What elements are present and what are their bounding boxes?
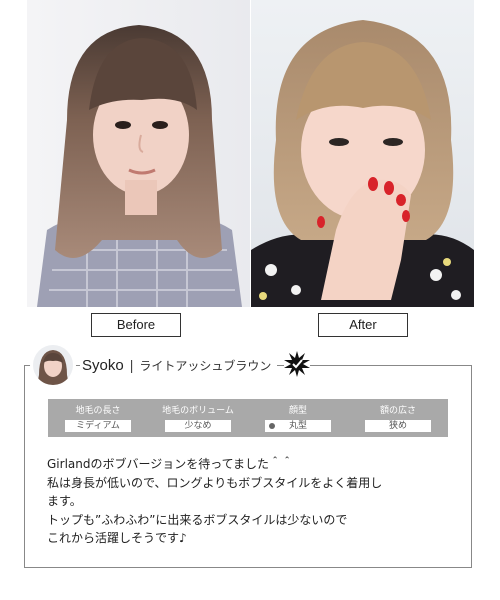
attribute-face-shape: 顔型 丸型 bbox=[248, 399, 348, 437]
profile-header: Syoko | ライトアッシュブラウン bbox=[80, 355, 278, 375]
attribute-label: 地毛の長さ bbox=[75, 405, 121, 416]
reviewer-name: Syoko bbox=[82, 356, 124, 374]
after-photo bbox=[251, 0, 474, 307]
bullet-icon bbox=[269, 422, 275, 429]
starburst-badge-icon bbox=[284, 351, 310, 377]
before-photo bbox=[27, 0, 250, 307]
attribute-label: 顔型 bbox=[288, 405, 307, 416]
attribute-value: ミディアム bbox=[65, 419, 131, 432]
attribute-value: 狭め bbox=[365, 419, 431, 432]
attribute-value: 丸型 bbox=[265, 419, 331, 432]
comment-line: ます。 bbox=[47, 494, 82, 508]
attribute-label: 額の広さ bbox=[379, 405, 416, 416]
comment-line: 私は身長が低いので、ロングよりもボブスタイルをよく着用し bbox=[47, 475, 383, 490]
review-comment: Girlandのボブバージョンを待ってました＾＾ 私は身長が低いので、ロングより… bbox=[47, 455, 457, 548]
hair-attributes: 地毛の長さ ミディアム 地毛のボリューム 少なめ 顔型 丸型 額の広さ 狭め bbox=[48, 399, 448, 437]
comment-line: Girlandのボブバージョンを待ってました＾＾ bbox=[47, 457, 294, 471]
attribute-forehead-width: 額の広さ 狭め bbox=[348, 399, 448, 437]
comment-line: これから活躍しそうです♪ bbox=[47, 531, 187, 545]
before-label: Before bbox=[91, 313, 181, 337]
attribute-value: 少なめ bbox=[165, 419, 231, 432]
attribute-hair-length: 地毛の長さ ミディアム bbox=[48, 399, 148, 437]
avatar bbox=[33, 345, 73, 385]
after-label: After bbox=[318, 313, 408, 337]
hair-color-name: ライトアッシュブラウン bbox=[139, 358, 272, 373]
comment-line: トップも”ふわふわ”に出来るボブスタイルは少ないので bbox=[47, 512, 348, 527]
name-separator: | bbox=[129, 357, 134, 373]
attribute-hair-volume: 地毛のボリューム 少なめ bbox=[148, 399, 248, 437]
attribute-label: 地毛のボリューム bbox=[162, 405, 234, 416]
